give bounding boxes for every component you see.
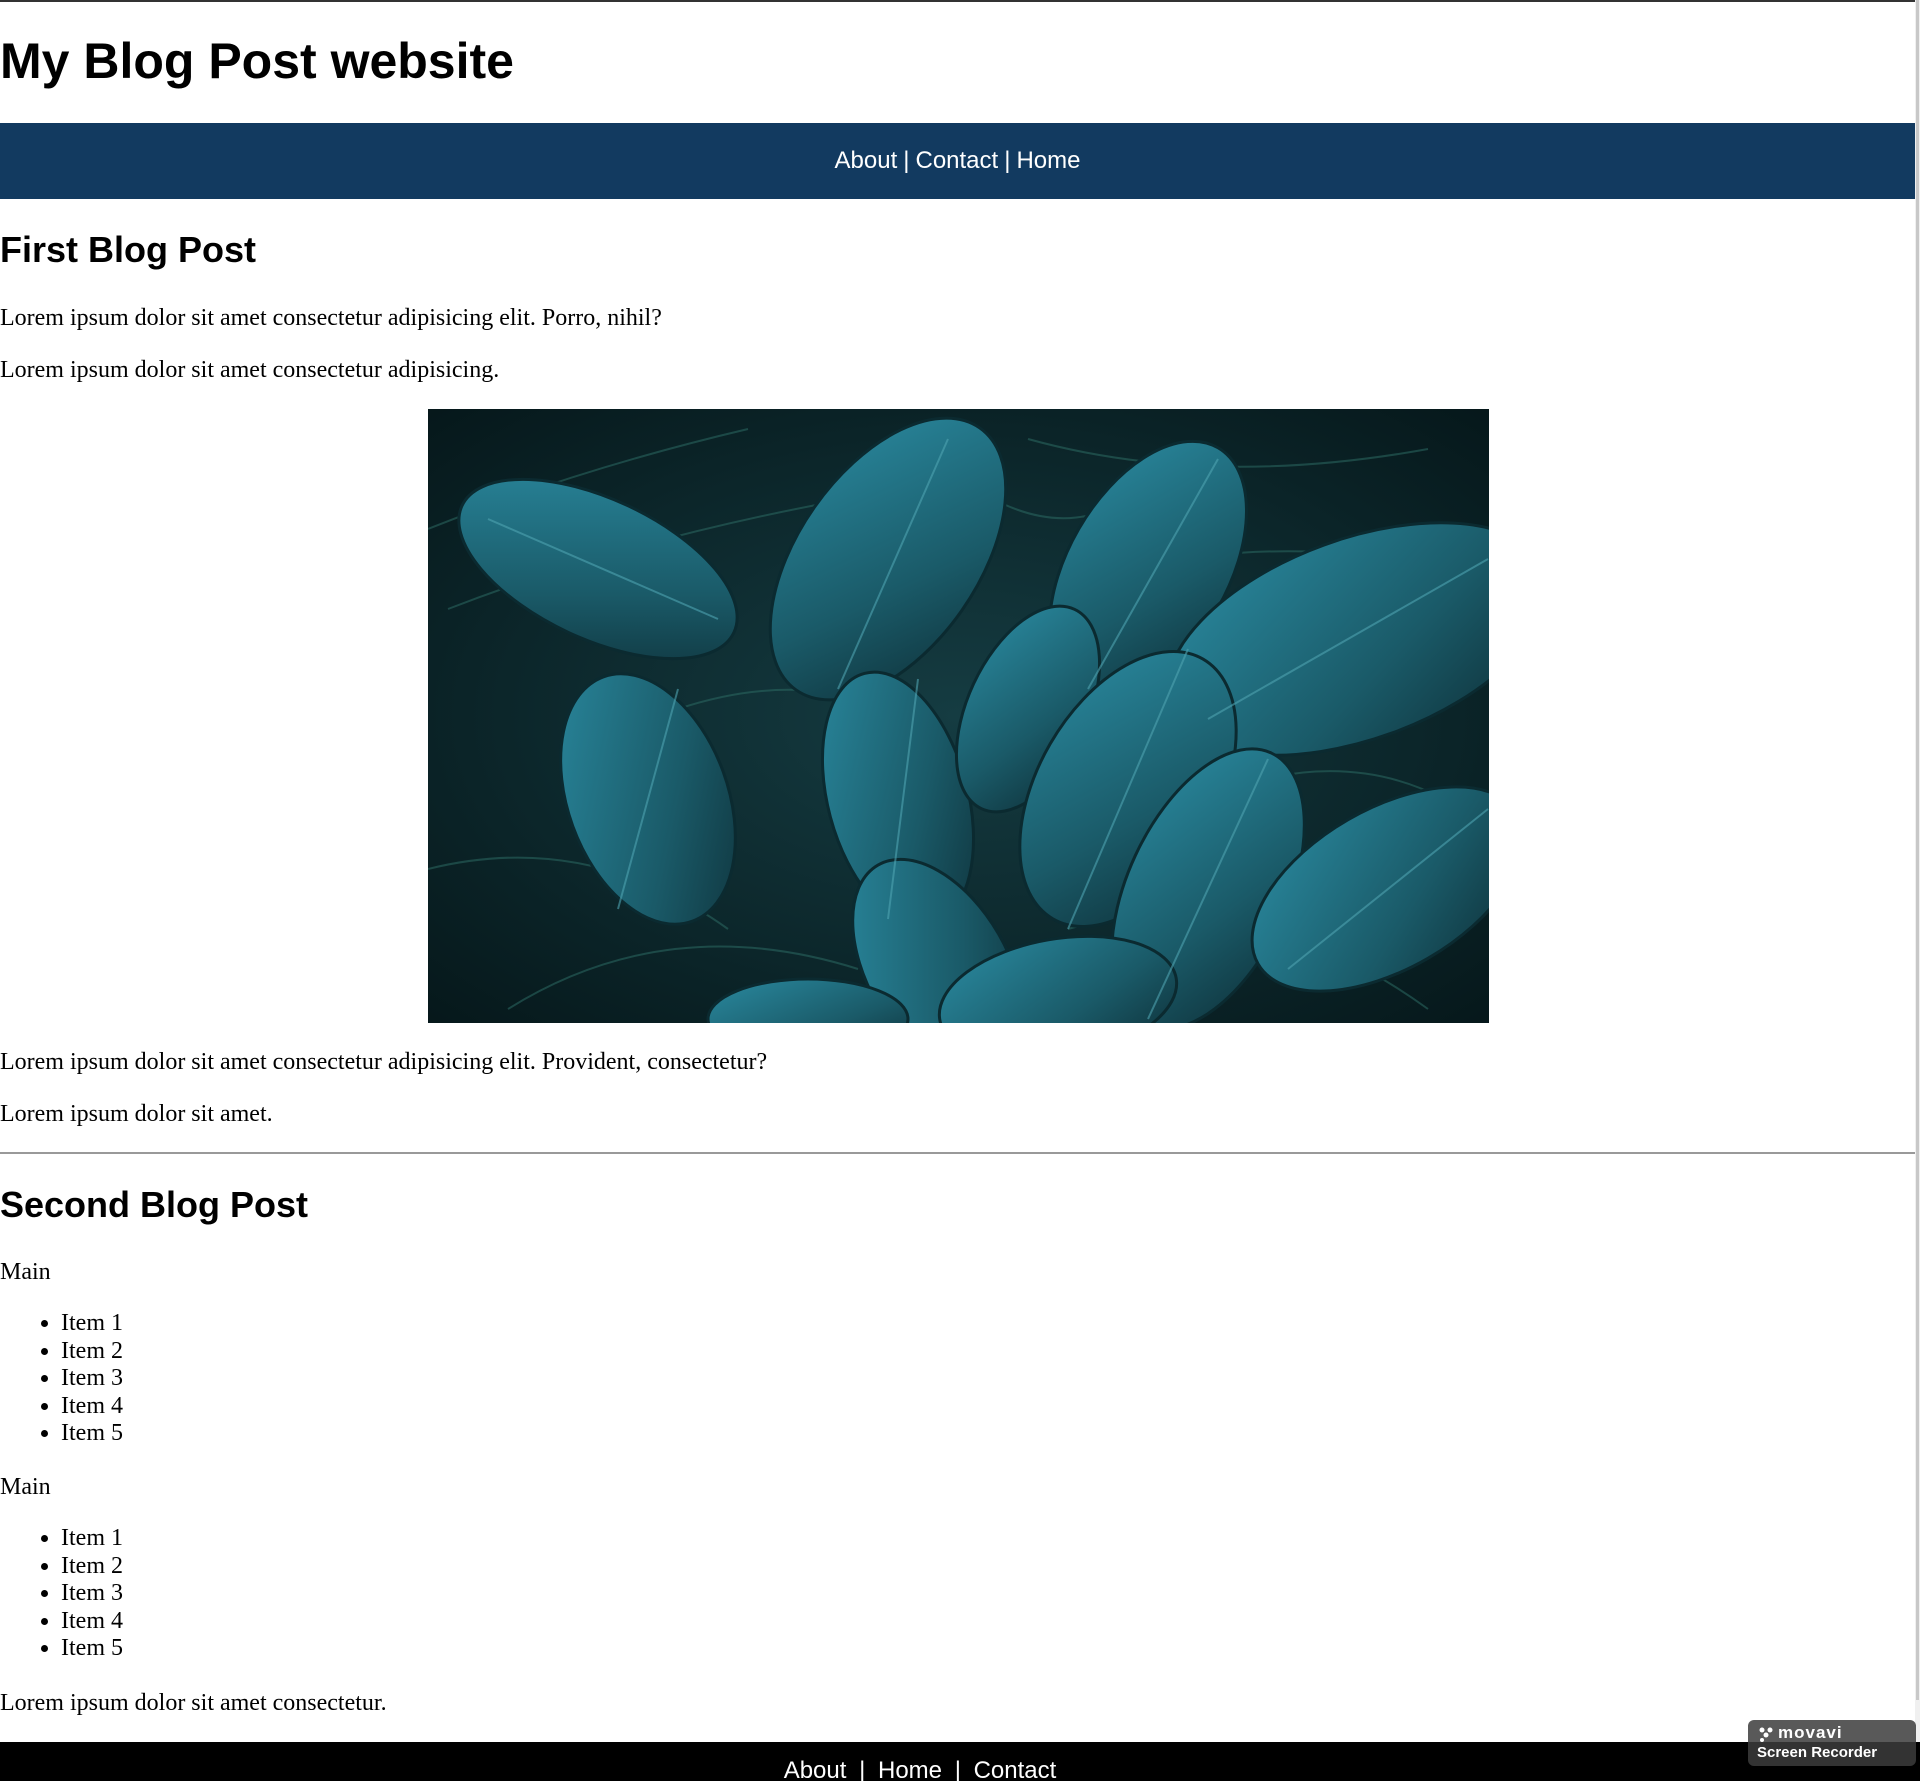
list-item: Item 5	[61, 1420, 123, 1448]
site-title: My Blog Post website	[0, 33, 514, 89]
post-divider	[0, 1152, 1915, 1154]
footer-separator: |	[954, 1757, 961, 1784]
first-post-title: First Blog Post	[0, 229, 257, 270]
top-navbar: About | Contact | Home	[0, 123, 1915, 199]
footer-link-home[interactable]: Home	[878, 1757, 942, 1784]
movavi-logo-icon	[1759, 1727, 1773, 1742]
footer-link-about[interactable]: About	[784, 1757, 847, 1784]
item-list: Item 1 Item 2 Item 3 Item 4 Item 5	[0, 1525, 123, 1663]
first-post-paragraph: Lorem ipsum dolor sit amet consectetur a…	[0, 1049, 768, 1075]
list-item: Item 3	[61, 1580, 123, 1608]
footer-separator: |	[859, 1757, 866, 1784]
scrollbar-thumb[interactable]	[1916, 0, 1919, 1700]
leaves-hero-image	[428, 409, 1489, 1023]
list-item: Item 3	[61, 1365, 123, 1393]
list-item: Item 2	[61, 1338, 123, 1366]
nav-separator: |	[1004, 147, 1011, 174]
nav-separator: |	[903, 147, 910, 174]
footer-link-contact[interactable]: Contact	[974, 1757, 1057, 1784]
watermark-brand: movavi	[1778, 1723, 1843, 1742]
item-list: Item 1 Item 2 Item 3 Item 4 Item 5	[0, 1310, 123, 1448]
list-item: Item 5	[61, 1635, 123, 1663]
nav-link-home[interactable]: Home	[1016, 147, 1080, 175]
list-label: Main	[0, 1259, 51, 1285]
list-item: Item 1	[61, 1310, 123, 1338]
second-post-title: Second Blog Post	[0, 1184, 309, 1225]
footer-links: About | Home | Contact	[784, 1758, 1057, 1784]
list-item: Item 1	[61, 1525, 123, 1553]
first-post-paragraph: Lorem ipsum dolor sit amet.	[0, 1101, 273, 1127]
first-post-paragraph: Lorem ipsum dolor sit amet consectetur a…	[0, 305, 662, 331]
nav-link-contact[interactable]: Contact	[915, 147, 998, 175]
footer-nav: About | Home | Contact	[0, 1742, 1920, 1784]
first-post-paragraph: Lorem ipsum dolor sit amet consectetur a…	[0, 357, 500, 383]
list-label: Main	[0, 1474, 51, 1500]
watermark-subtitle: Screen Recorder	[1757, 1744, 1878, 1761]
recorder-watermark: movavi Screen Recorder	[1748, 1720, 1916, 1766]
nav-link-about[interactable]: About	[835, 147, 898, 175]
window-top-border	[0, 0, 1920, 2]
second-post-closing: Lorem ipsum dolor sit amet consectetur.	[0, 1690, 387, 1716]
list-item: Item 4	[61, 1393, 123, 1421]
list-item: Item 2	[61, 1553, 123, 1581]
list-item: Item 4	[61, 1608, 123, 1636]
